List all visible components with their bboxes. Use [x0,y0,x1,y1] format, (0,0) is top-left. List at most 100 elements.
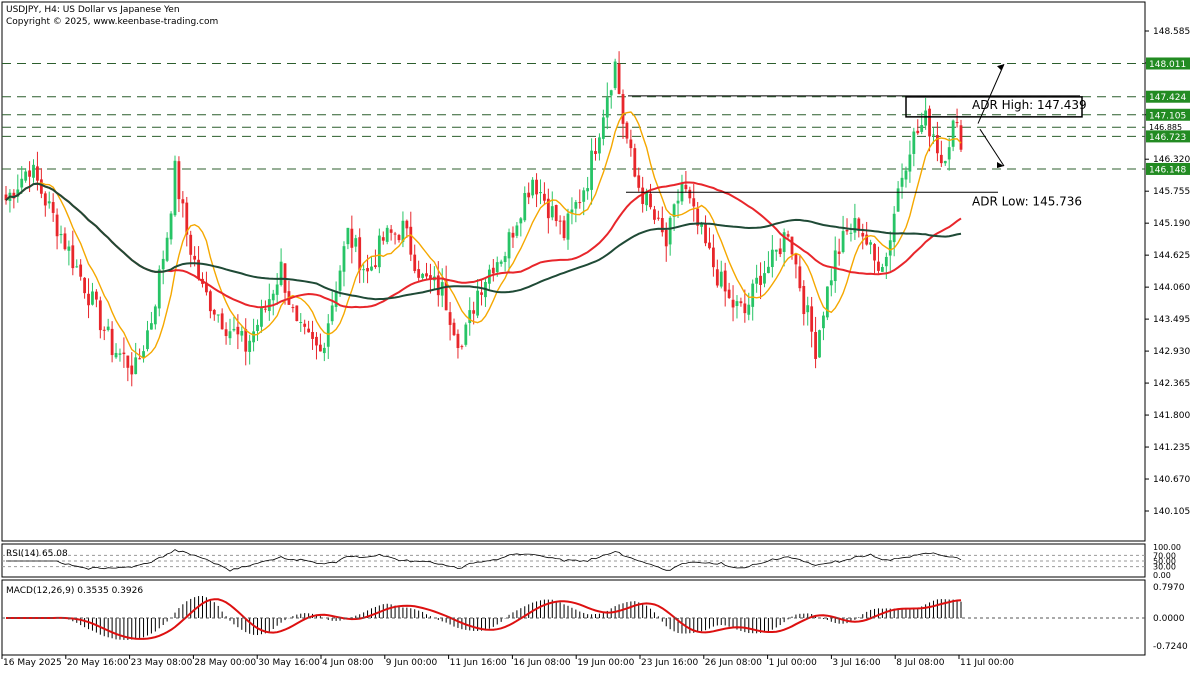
candle-body [558,220,562,222]
candle-body [279,261,283,285]
candle-body [244,329,248,352]
candle-body [825,286,829,318]
candle-body [621,94,625,124]
candle-body [723,270,727,292]
candle-body [802,285,806,315]
candle-body [633,148,637,177]
x-tick-label: 8 Jul 08:00 [896,658,945,668]
candle-body [177,161,181,200]
candle-body [818,330,821,358]
candle-body [708,242,711,249]
candle-body [208,291,212,312]
x-tick-label: 16 Jun 08:00 [513,658,570,668]
candle-body [240,331,244,336]
candle-body [362,269,366,271]
candle-body [829,280,833,286]
candle-body [346,227,350,245]
candle-body [220,313,224,330]
candle-body [150,323,153,330]
x-tick-label: 11 Jul 00:00 [960,658,1014,668]
candle-body [381,237,385,241]
x-tick-label: 20 May 16:00 [67,658,129,668]
candle-body [181,199,185,204]
candle-body [122,352,126,355]
candle-body [873,244,876,261]
candle-body [36,166,39,181]
candle-body [275,284,279,295]
candle-body [134,357,138,375]
candle-body [841,231,845,253]
candle-body [256,324,259,331]
candle-body [656,217,660,219]
candle-body [731,299,735,308]
x-tick-label: 23 Jun 16:00 [641,658,698,668]
x-tick-label: 28 May 00:00 [194,658,256,668]
candle-body [468,310,472,323]
candle-body [51,202,55,213]
candle-body [75,266,79,268]
candle-body [951,120,955,147]
candle-body [295,305,299,322]
candle-body [452,322,456,336]
candle-body [684,184,688,190]
candle-body [719,271,723,287]
candle-body [342,246,346,272]
candle-body [114,352,118,358]
symbol-title: USDJPY, H4: US Dollar vs Japanese Yen [6,5,180,15]
candle-body [822,315,825,329]
candle-body [456,333,460,349]
candle-body [778,248,782,255]
chart-canvas: 100.0070.0050.0030.000.00 0.79700.0000-0… [1,1,1190,668]
candle-body [763,273,766,284]
candle-body [586,188,590,192]
candle-body [566,213,570,240]
candle-body [798,266,802,289]
candle-body [900,177,904,187]
level-badge-label: 148.011 [1149,60,1186,70]
candle-body [704,223,707,244]
candle-body [169,213,173,240]
candle-body [554,205,558,222]
candle-body [676,200,680,204]
x-tick-label: 3 Jul 16:00 [832,658,881,668]
candle-body [319,344,322,352]
candle-body [550,206,554,218]
candle-body [928,108,931,137]
candle-body [774,249,778,252]
candle-body [39,179,43,194]
candle-body [334,292,338,307]
candle-body [519,218,523,224]
candle-body [932,134,935,136]
candle-body [32,164,35,178]
candle-body [173,160,177,216]
candle-body [397,235,401,241]
macd-tick-label: 0.0000 [1153,614,1185,624]
x-tick-label: 19 Jun 00:00 [577,658,634,668]
candle-body [480,292,483,295]
candle-body [943,160,947,164]
candle-body [491,267,495,274]
candle-body [743,303,747,314]
candle-body [126,355,130,368]
candle-body [511,232,515,238]
candle-body [495,262,499,273]
candle-body [790,236,794,255]
adr-high-label: ADR High: 147.439 [972,98,1087,112]
candle-body [91,291,94,305]
candle-body [71,245,75,269]
candle-body [507,232,511,259]
candle-body [936,135,939,154]
level-badge-label: 147.424 [1149,93,1186,103]
candle-body [157,269,161,309]
candle-body [59,233,63,236]
candle-body [503,256,507,263]
candle-body [590,150,593,190]
candle-body [389,229,393,233]
candle-body [515,225,519,236]
candle-body [260,306,263,327]
candle-body [224,329,228,337]
candle-body [735,301,739,306]
candle-body [660,218,664,233]
x-tick-label: 16 May 2025 [3,658,62,668]
candle-body [617,63,621,94]
